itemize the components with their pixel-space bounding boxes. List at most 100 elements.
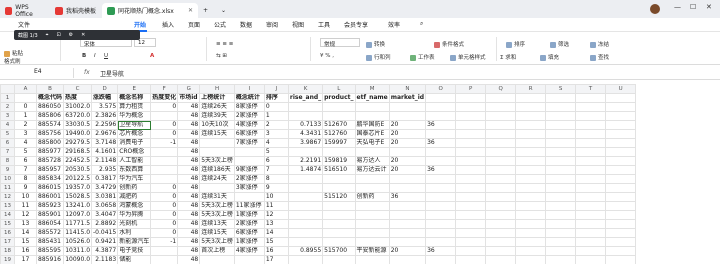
cell[interactable] — [545, 246, 577, 256]
cell[interactable] — [455, 165, 487, 175]
cell[interactable] — [575, 192, 607, 202]
cell[interactable] — [388, 174, 427, 184]
column-header[interactable]: T — [575, 84, 607, 94]
cell[interactable] — [287, 201, 324, 211]
cell[interactable]: 易方达云计 — [354, 165, 390, 175]
worksheet-button[interactable]: 工作表 — [410, 53, 435, 61]
cell[interactable] — [515, 228, 547, 238]
cell[interactable] — [287, 237, 324, 247]
cell[interactable]: 20 — [388, 246, 427, 256]
cell[interactable] — [455, 255, 487, 264]
cell[interactable] — [150, 156, 179, 166]
cell[interactable]: 4家涨停 — [233, 246, 265, 256]
cell[interactable]: 48 — [177, 156, 201, 166]
cell[interactable] — [455, 219, 487, 229]
cell[interactable]: 885728 — [35, 156, 65, 166]
cell[interactable]: 12 — [14, 210, 37, 220]
cell[interactable] — [545, 93, 577, 103]
cell[interactable]: 48 — [177, 246, 201, 256]
cell[interactable]: 2 — [263, 120, 289, 130]
cell[interactable] — [388, 183, 427, 193]
menu-data[interactable]: 数据 — [240, 20, 252, 29]
cell[interactable]: 0 — [150, 120, 179, 130]
percent-icon[interactable]: ¥ % , — [320, 53, 334, 59]
cell[interactable]: 鸿蒙概念 — [117, 201, 152, 211]
cell[interactable] — [388, 255, 427, 264]
cell[interactable]: 10311.0 — [63, 246, 93, 256]
find-button[interactable]: 查找 — [590, 53, 609, 61]
cell[interactable]: 2.3826 — [91, 111, 119, 121]
cell[interactable]: 算力租赁 — [117, 102, 152, 112]
cell[interactable]: 热度变化 — [150, 93, 179, 103]
tab-wps-office[interactable]: WPS Office — [0, 3, 50, 18]
cell[interactable]: 48 — [177, 147, 201, 157]
cell[interactable]: 连续39天 — [199, 111, 235, 121]
cell[interactable]: 卫星导航 — [117, 120, 152, 130]
cell[interactable] — [545, 192, 577, 202]
cell[interactable] — [545, 174, 577, 184]
cell[interactable] — [575, 201, 607, 211]
cell[interactable] — [605, 165, 637, 175]
cell[interactable]: 概念代码 — [35, 93, 65, 103]
tab-templates[interactable]: 我稻壳模板 — [50, 3, 102, 18]
column-header[interactable]: E — [117, 84, 152, 94]
cell[interactable]: 22452.5 — [63, 156, 93, 166]
cell[interactable] — [287, 192, 324, 202]
cell[interactable]: 17 — [263, 255, 289, 264]
cell[interactable] — [485, 237, 517, 247]
cell[interactable] — [455, 102, 487, 112]
cell[interactable]: 0 — [150, 210, 179, 220]
cell[interactable]: 31002.0 — [63, 102, 93, 112]
cell[interactable]: 连续13天 — [199, 219, 235, 229]
cell[interactable] — [485, 129, 517, 139]
cell[interactable] — [455, 138, 487, 148]
cell[interactable]: 48 — [177, 174, 201, 184]
cell[interactable] — [545, 228, 577, 238]
cell[interactable]: 芯片概念 — [117, 129, 152, 139]
cell[interactable]: 48 — [177, 237, 201, 247]
column-header[interactable]: F — [150, 84, 179, 94]
new-tab-button[interactable]: + — [198, 3, 216, 18]
cell[interactable]: 东数西算 — [117, 165, 152, 175]
cell[interactable] — [233, 147, 265, 157]
cell[interactable]: 0 — [263, 102, 289, 112]
cell[interactable]: 2家涨停 — [233, 219, 265, 229]
cell[interactable]: 9 — [14, 183, 37, 193]
menu-member[interactable]: 会员专享 — [344, 20, 368, 29]
close-window-icon[interactable]: ✕ — [706, 3, 712, 11]
cell[interactable] — [388, 219, 427, 229]
cell[interactable]: 36 — [425, 138, 457, 148]
row-header[interactable]: 3 — [0, 111, 15, 121]
column-header[interactable]: P — [455, 84, 487, 94]
sum-button[interactable]: Σ 求和 — [500, 53, 516, 61]
cell[interactable] — [322, 174, 356, 184]
cell[interactable]: 48 — [177, 129, 201, 139]
cell[interactable]: 人工智能 — [117, 156, 152, 166]
row-header[interactable]: 13 — [0, 201, 15, 211]
row-header[interactable]: 6 — [0, 138, 15, 148]
cell[interactable]: 48 — [177, 102, 201, 112]
cell[interactable] — [322, 255, 356, 264]
cell[interactable]: 885923 — [35, 201, 65, 211]
cell[interactable]: 13 — [14, 219, 37, 229]
cell[interactable] — [354, 237, 390, 247]
cell[interactable] — [287, 219, 324, 229]
cell[interactable]: 5天3次上榜 — [199, 210, 235, 220]
close-icon[interactable]: ✕ — [81, 32, 85, 38]
cell[interactable]: 36 — [425, 120, 457, 130]
column-header[interactable]: S — [545, 84, 577, 94]
cell[interactable] — [425, 192, 457, 202]
cell[interactable] — [455, 111, 487, 121]
cell[interactable] — [455, 129, 487, 139]
cell[interactable]: 10526.0 — [63, 237, 93, 247]
crop-icon[interactable]: ⊡ — [56, 32, 60, 38]
cell[interactable]: 885916 — [35, 255, 65, 264]
cell[interactable] — [150, 246, 179, 256]
cell[interactable] — [199, 147, 235, 157]
column-header[interactable]: C — [63, 84, 93, 94]
row-header[interactable]: 11 — [0, 183, 15, 193]
cell[interactable]: 17 — [14, 255, 37, 264]
cell[interactable]: 10天10次 — [199, 120, 235, 130]
cell[interactable]: 20 — [388, 138, 427, 148]
cell[interactable] — [425, 237, 457, 247]
